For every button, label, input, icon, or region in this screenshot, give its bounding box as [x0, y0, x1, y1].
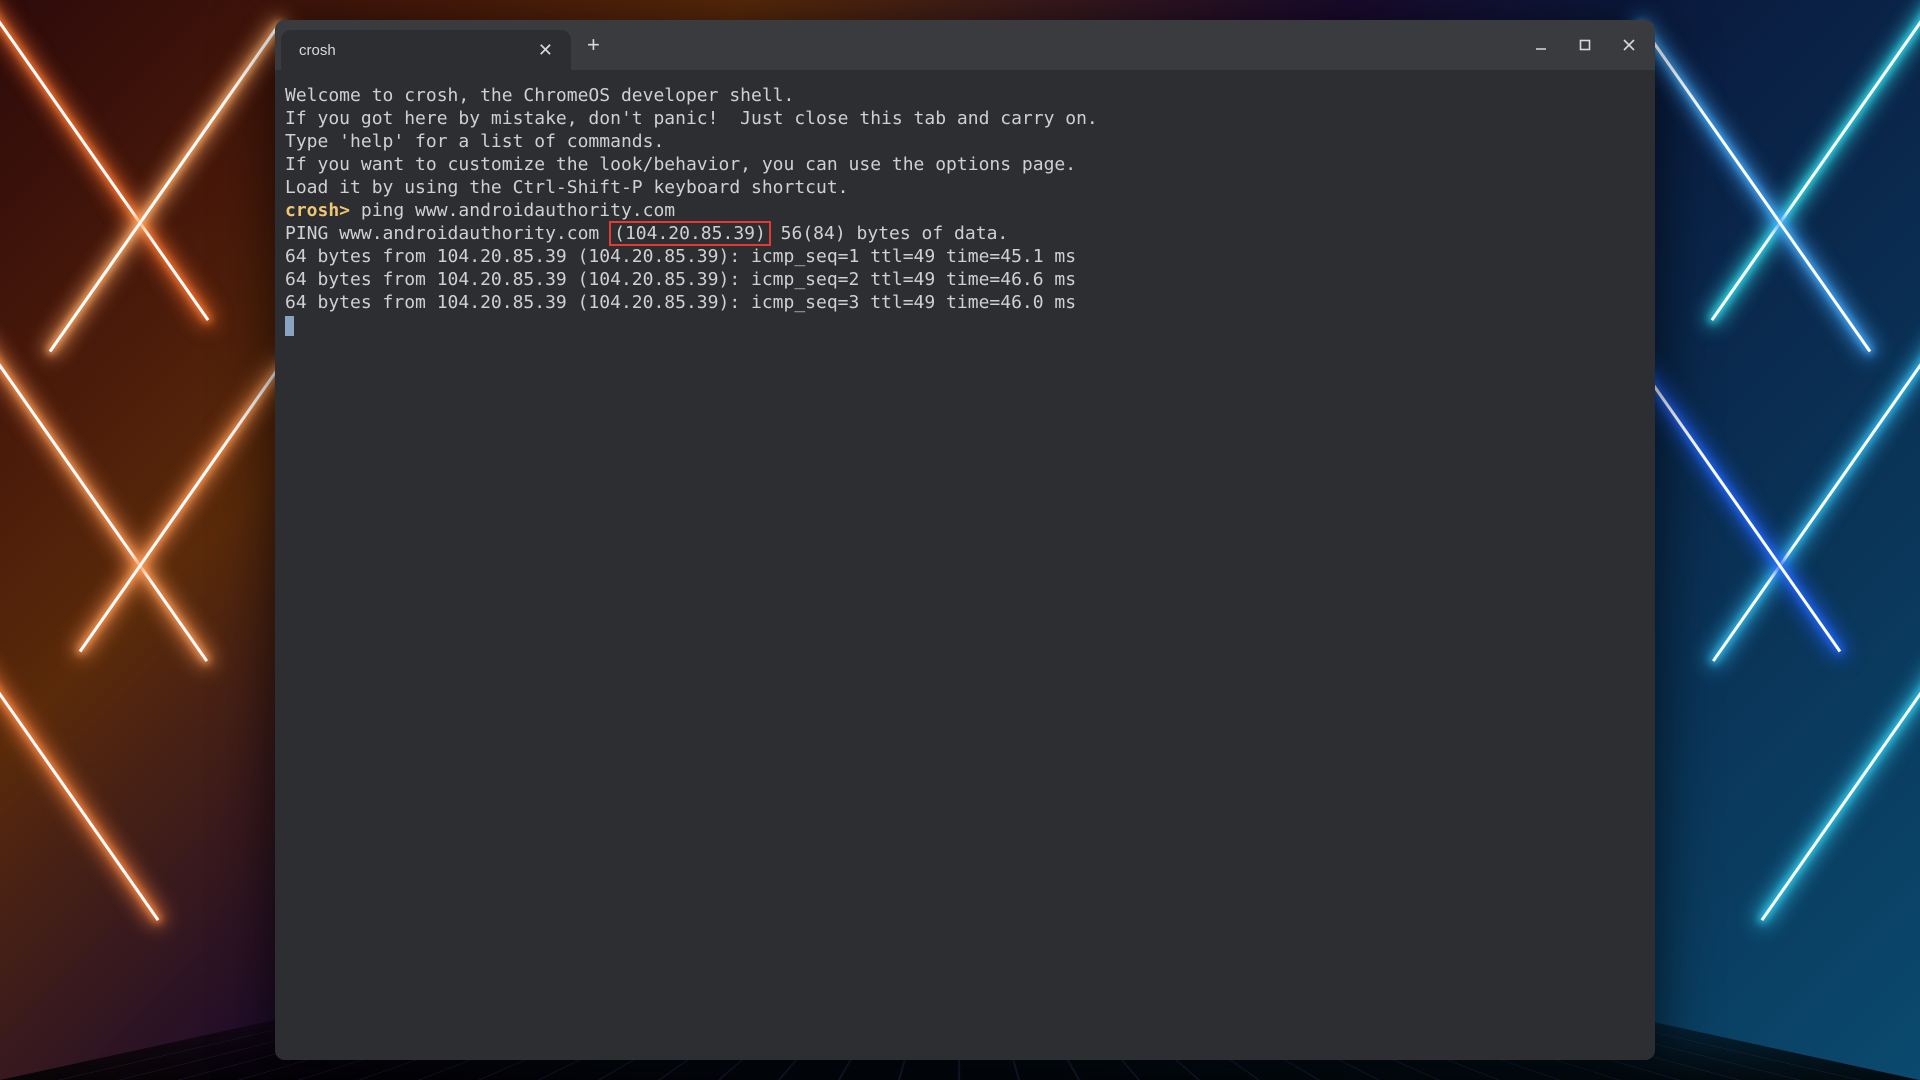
close-window-button[interactable] — [1611, 27, 1647, 63]
terminal-text-line: Type 'help' for a list of commands. — [285, 130, 1645, 153]
terminal-text-line: Load it by using the Ctrl-Shift-P keyboa… — [285, 176, 1645, 199]
minimize-button[interactable] — [1523, 27, 1559, 63]
ip-address-highlight: (104.20.85.39) — [609, 221, 771, 246]
ping-reply-line: 64 bytes from 104.20.85.39 (104.20.85.39… — [285, 291, 1645, 314]
terminal-text-line: If you got here by mistake, don't panic!… — [285, 107, 1645, 130]
terminal-text-line: If you want to customize the look/behavi… — [285, 153, 1645, 176]
maximize-button[interactable] — [1567, 27, 1603, 63]
titlebar[interactable]: crosh ✕ + — [275, 20, 1655, 70]
minimize-icon — [1534, 38, 1548, 52]
ping-reply-line: 64 bytes from 104.20.85.39 (104.20.85.39… — [285, 268, 1645, 291]
tab-title: crosh — [299, 42, 336, 59]
terminal-text-line: Welcome to crosh, the ChromeOS developer… — [285, 84, 1645, 107]
entered-command: ping www.androidauthority.com — [350, 200, 675, 221]
shell-prompt: crosh> — [285, 200, 350, 221]
tab-crosh[interactable]: crosh ✕ — [281, 30, 571, 70]
ping-header-line: PING www.androidauthority.com (104.20.85… — [285, 222, 1645, 245]
ping-reply-line: 64 bytes from 104.20.85.39 (104.20.85.39… — [285, 245, 1645, 268]
terminal-cursor — [285, 316, 294, 336]
maximize-icon — [1578, 38, 1592, 52]
new-tab-button[interactable]: + — [579, 30, 608, 60]
close-icon — [1622, 38, 1636, 52]
terminal-output[interactable]: Welcome to crosh, the ChromeOS developer… — [275, 70, 1655, 1060]
terminal-window: crosh ✕ + Welcome to crosh, the ChromeOS… — [275, 20, 1655, 1060]
close-tab-icon[interactable]: ✕ — [534, 37, 557, 63]
